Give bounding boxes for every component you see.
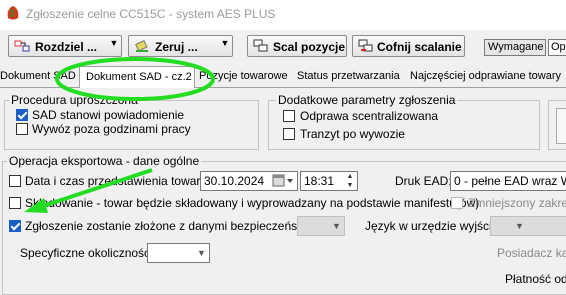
eraser-icon bbox=[135, 40, 148, 52]
specific-circumstances-label: Specyficzne okoliczności: bbox=[20, 246, 157, 260]
specific-circumstances-select[interactable]: ▼ bbox=[147, 243, 210, 263]
sad-notification-label: SAD stanowi powiadomienie bbox=[32, 108, 185, 122]
export-group-title: Operacja eksportowa - dane ogólne bbox=[7, 154, 202, 168]
centralized-clearance-checkbox[interactable] bbox=[283, 110, 295, 122]
presentation-date-value: 30.10.2024 bbox=[204, 174, 265, 188]
chevron-down-icon: ▼ bbox=[515, 221, 524, 231]
merge-icon bbox=[253, 39, 268, 52]
sad-notification-checkbox[interactable] bbox=[16, 109, 28, 121]
tab-goods-items[interactable]: Pozycje towarowe bbox=[199, 70, 288, 87]
reduced-scope-checkbox[interactable] bbox=[451, 197, 463, 209]
security-data-select[interactable]: ▼ bbox=[297, 216, 345, 236]
chevron-down-icon: ▼ bbox=[332, 221, 341, 231]
tab-processing-status[interactable]: Status przetwarzania bbox=[297, 70, 400, 87]
ead-print-select[interactable]: 0 - pełne EAD wraz W bbox=[450, 171, 566, 191]
after-hours-checkbox[interactable] bbox=[16, 123, 28, 135]
split-icon bbox=[14, 40, 30, 52]
extra-params-title: Dodatkowe parametry zgłoszenia bbox=[276, 93, 458, 107]
right-panel-button[interactable] bbox=[556, 108, 566, 144]
ead-print-label: Druk EAD: bbox=[395, 174, 452, 188]
chevron-down-icon[interactable]: ▼ bbox=[218, 38, 232, 48]
tab-sad-document-part2[interactable]: Dokument SAD - cz.2 bbox=[86, 71, 192, 88]
tab-sad-document[interactable]: Dokument SAD bbox=[0, 70, 76, 87]
app-icon bbox=[5, 5, 21, 21]
presentation-time-value: 18:31 bbox=[304, 174, 335, 188]
calendar-icon[interactable] bbox=[272, 174, 294, 188]
window-title: Zgłoszenie celne CC515C - system AES PLU… bbox=[26, 7, 276, 21]
presentation-datetime-label: Data i czas przedstawienia towarów: bbox=[25, 174, 220, 188]
storage-manifest-checkbox[interactable] bbox=[9, 197, 21, 209]
next-filter-select[interactable]: Opi bbox=[548, 39, 566, 56]
extra-params-group bbox=[268, 100, 540, 150]
centralized-clearance-label: Odprawa scentralizowana bbox=[300, 109, 439, 123]
transit-after-export-checkbox[interactable] bbox=[283, 128, 295, 140]
procedure-group-title: Procedura uproszczona bbox=[9, 93, 140, 107]
reset-button[interactable]: Zeruj ... ▼ bbox=[128, 35, 233, 57]
merge-button-label: Scal pozycje bbox=[273, 40, 346, 54]
undo-merge-icon bbox=[358, 39, 373, 52]
merge-button[interactable]: Scal pozycje bbox=[247, 35, 347, 57]
tab-frequent-goods[interactable]: Najczęściej odprawiane towary bbox=[410, 70, 561, 87]
undo-merge-button-label: Cofnij scalanie bbox=[377, 40, 462, 54]
exit-office-language-select[interactable]: ▼ bbox=[490, 216, 566, 236]
reduced-scope-label: Zmniejszony zakres d bbox=[468, 196, 566, 210]
split-button-label: Rozdziel ... bbox=[35, 40, 98, 54]
security-data-checkbox[interactable] bbox=[9, 220, 21, 232]
reset-button-label: Zeruj ... bbox=[155, 40, 198, 54]
ead-print-value: 0 - pełne EAD wraz W bbox=[454, 174, 566, 188]
split-button[interactable]: Rozdziel ... ▼ bbox=[8, 35, 122, 57]
transit-after-export-label: Tranzyt po wywozie bbox=[300, 127, 405, 141]
undo-merge-button[interactable]: Cofnij scalanie bbox=[352, 35, 465, 57]
required-filter-select[interactable]: Wymagane bbox=[484, 39, 546, 56]
chevron-down-icon[interactable]: ▼ bbox=[107, 38, 121, 48]
time-spinner[interactable]: ▲ ▼ bbox=[344, 172, 356, 190]
chevron-down-icon: ▼ bbox=[197, 248, 206, 258]
storage-manifest-label: Składowanie - towar będzie składowany i … bbox=[25, 196, 480, 210]
exit-office-language-label: Język w urzędzie wyjścia: bbox=[365, 219, 502, 233]
payment-label: Płatność odr bbox=[505, 272, 566, 286]
presentation-datetime-checkbox[interactable] bbox=[9, 175, 21, 187]
carnet-holder-label: Posiadacz karn bbox=[497, 246, 566, 260]
after-hours-label: Wywóz poza godzinami pracy bbox=[32, 122, 191, 136]
security-data-label: Zgłoszenie zostanie złożone z danymi bez… bbox=[25, 219, 316, 233]
